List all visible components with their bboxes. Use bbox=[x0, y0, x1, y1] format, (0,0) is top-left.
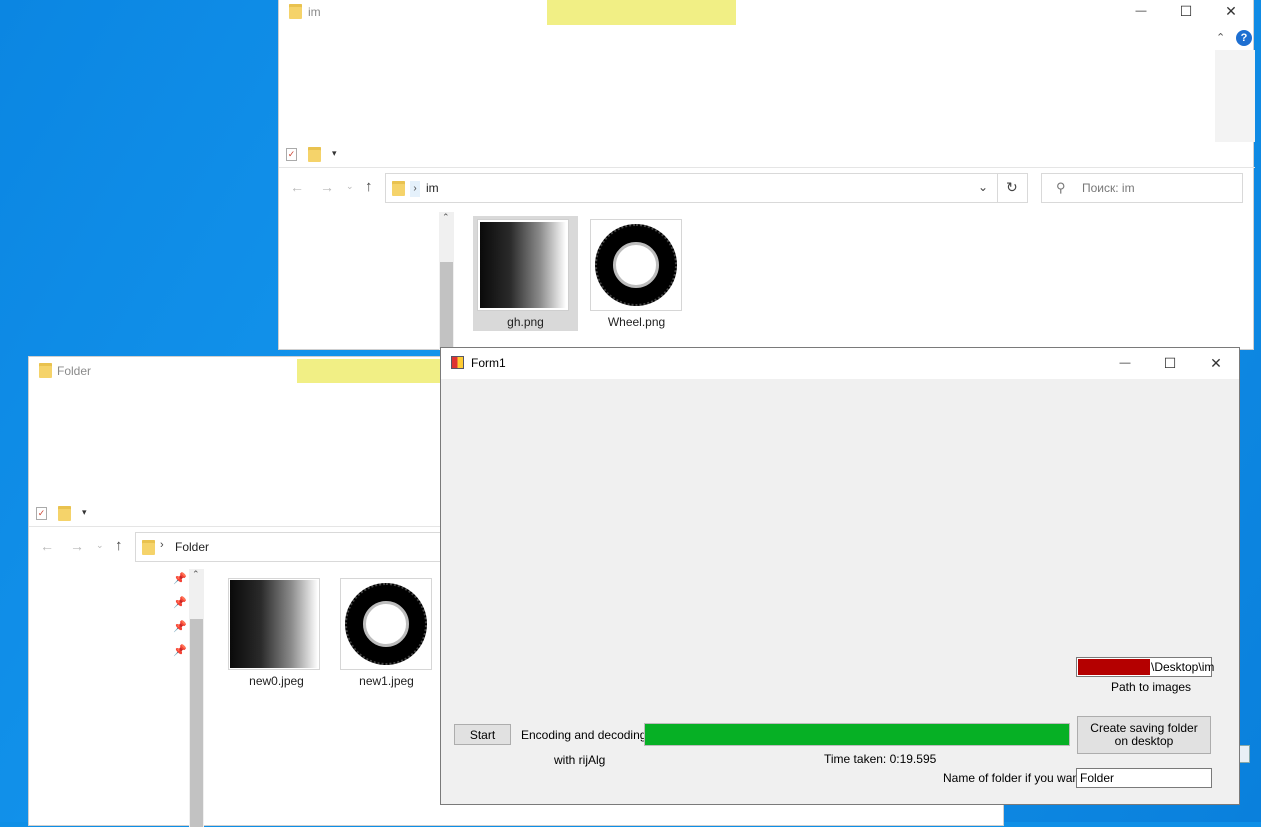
search-placeholder: Поиск: im bbox=[1082, 181, 1135, 195]
scroll-thumb[interactable] bbox=[440, 262, 453, 350]
scroll-thumb[interactable] bbox=[190, 619, 203, 827]
properties-icon[interactable]: ✓ bbox=[36, 507, 47, 520]
file-thumbnail bbox=[477, 219, 569, 311]
form-app-icon bbox=[451, 356, 464, 369]
file-name: new0.jpeg bbox=[249, 674, 304, 688]
progress-fill bbox=[645, 724, 1069, 745]
wheel-image bbox=[595, 224, 677, 306]
new-folder-icon[interactable] bbox=[58, 506, 71, 521]
pin-icon[interactable]: 📌 bbox=[173, 596, 187, 609]
close-button[interactable]: ✕ bbox=[1199, 352, 1233, 374]
encoding-label: Encoding and decoding bbox=[521, 728, 647, 742]
gradient-image bbox=[230, 580, 318, 668]
search-icon: ⚲ bbox=[1056, 180, 1066, 195]
algorithm-label: with rijAlg bbox=[554, 753, 606, 767]
file-thumbnail bbox=[590, 219, 682, 311]
folder-icon bbox=[142, 540, 155, 555]
explorer-window-im: im — ☐ ✕ ⌃ ? ✓ ▾ ← → ⌄ ↑ › im ⌄ ↻ ⚲ Поис… bbox=[278, 0, 1255, 350]
file-item-gh[interactable]: gh.png bbox=[473, 216, 578, 331]
search-box[interactable]: ⚲ Поиск: im bbox=[1041, 173, 1243, 203]
folder-icon bbox=[392, 181, 405, 196]
window-title: im bbox=[308, 5, 321, 19]
file-thumbnail bbox=[228, 578, 320, 670]
pin-icon[interactable]: 📌 bbox=[173, 620, 187, 633]
forward-arrow-icon[interactable]: → bbox=[70, 538, 84, 554]
folder-name-label: Name of folder if you want bbox=[943, 771, 1083, 785]
back-arrow-icon[interactable]: ← bbox=[290, 179, 304, 195]
file-item-new0[interactable]: new0.jpeg bbox=[224, 576, 329, 691]
ribbon-side-scroll bbox=[1215, 50, 1255, 142]
minimize-button[interactable]: — bbox=[1124, 0, 1158, 22]
address-bar[interactable]: › im ⌄ ↻ bbox=[385, 173, 1028, 203]
start-button[interactable]: Start bbox=[454, 724, 511, 745]
breadcrumb[interactable]: Folder bbox=[175, 540, 209, 554]
address-dropdown-icon[interactable]: ⌄ bbox=[978, 180, 988, 194]
breadcrumb-chevron-icon: › bbox=[160, 539, 164, 551]
refresh-button-divider bbox=[997, 174, 998, 202]
create-saving-folder-button[interactable]: Create saving folder on desktop bbox=[1077, 716, 1211, 754]
forward-arrow-icon[interactable]: → bbox=[320, 179, 334, 195]
folder-icon bbox=[39, 363, 52, 378]
folder-name-input[interactable] bbox=[1076, 768, 1212, 788]
progress-bar bbox=[644, 723, 1070, 746]
dropdown-arrow-icon[interactable]: ▾ bbox=[332, 148, 337, 159]
close-button[interactable]: ✕ bbox=[1214, 0, 1248, 22]
form1-window: Form1 — ☐ ✕ \Desktop\im Path to images S… bbox=[440, 347, 1240, 805]
ribbon-separator bbox=[279, 167, 1255, 168]
file-item-new1[interactable]: new1.jpeg bbox=[334, 576, 439, 691]
recent-dropdown-icon[interactable]: ⌄ bbox=[96, 540, 104, 551]
window-title: Folder bbox=[57, 364, 92, 378]
file-name: Wheel.png bbox=[607, 315, 666, 329]
pin-icon[interactable]: 📌 bbox=[173, 644, 187, 657]
path-label: Path to images bbox=[1111, 680, 1192, 694]
up-arrow-icon[interactable]: ↑ bbox=[365, 178, 373, 195]
ribbon-expand-icon[interactable]: ⌃ bbox=[1216, 31, 1225, 44]
wheel-rim bbox=[363, 601, 409, 647]
breadcrumb[interactable]: im bbox=[426, 181, 439, 195]
highlight-bar bbox=[547, 0, 736, 25]
wheel-rim bbox=[613, 242, 659, 288]
nav-pane-scrollbar[interactable]: ⌃ bbox=[189, 569, 204, 827]
file-thumbnail bbox=[340, 578, 432, 670]
scroll-up-icon[interactable]: ⌃ bbox=[192, 569, 200, 580]
folder-icon bbox=[289, 4, 302, 19]
recent-dropdown-icon[interactable]: ⌄ bbox=[346, 181, 354, 192]
scroll-up-icon[interactable]: ⌃ bbox=[442, 212, 450, 223]
breadcrumb-chevron-icon: › bbox=[410, 181, 420, 197]
file-item-wheel[interactable]: Wheel.png bbox=[584, 216, 689, 331]
dropdown-arrow-icon[interactable]: ▾ bbox=[82, 507, 87, 518]
gradient-image bbox=[480, 222, 566, 308]
form1-titlebar: Form1 — ☐ ✕ bbox=[441, 348, 1239, 379]
redacted-path-segment bbox=[1078, 659, 1150, 675]
new-folder-icon[interactable] bbox=[308, 147, 321, 162]
properties-icon[interactable]: ✓ bbox=[286, 148, 297, 161]
back-arrow-icon[interactable]: ← bbox=[40, 538, 54, 554]
refresh-icon[interactable]: ↻ bbox=[1006, 179, 1018, 196]
up-arrow-icon[interactable]: ↑ bbox=[115, 537, 123, 554]
maximize-button[interactable]: ☐ bbox=[1153, 352, 1187, 374]
nav-pane-scrollbar[interactable]: ⌃ bbox=[439, 212, 454, 350]
window-title: Form1 bbox=[471, 356, 506, 370]
minimize-button[interactable]: — bbox=[1108, 352, 1142, 374]
help-icon[interactable]: ? bbox=[1236, 30, 1252, 46]
time-taken-label: Time taken: 0:19.595 bbox=[824, 752, 937, 766]
pin-icon[interactable]: 📌 bbox=[173, 572, 187, 585]
wheel-image bbox=[345, 583, 427, 665]
highlight-bar bbox=[297, 359, 447, 383]
path-textbox[interactable]: \Desktop\im bbox=[1076, 657, 1215, 677]
path-value: \Desktop\im bbox=[1151, 660, 1215, 674]
file-name: new1.jpeg bbox=[359, 674, 414, 688]
maximize-button[interactable]: ☐ bbox=[1169, 0, 1203, 22]
file-name: gh.png bbox=[507, 315, 544, 329]
address-bar[interactable]: › Folder bbox=[135, 532, 455, 562]
